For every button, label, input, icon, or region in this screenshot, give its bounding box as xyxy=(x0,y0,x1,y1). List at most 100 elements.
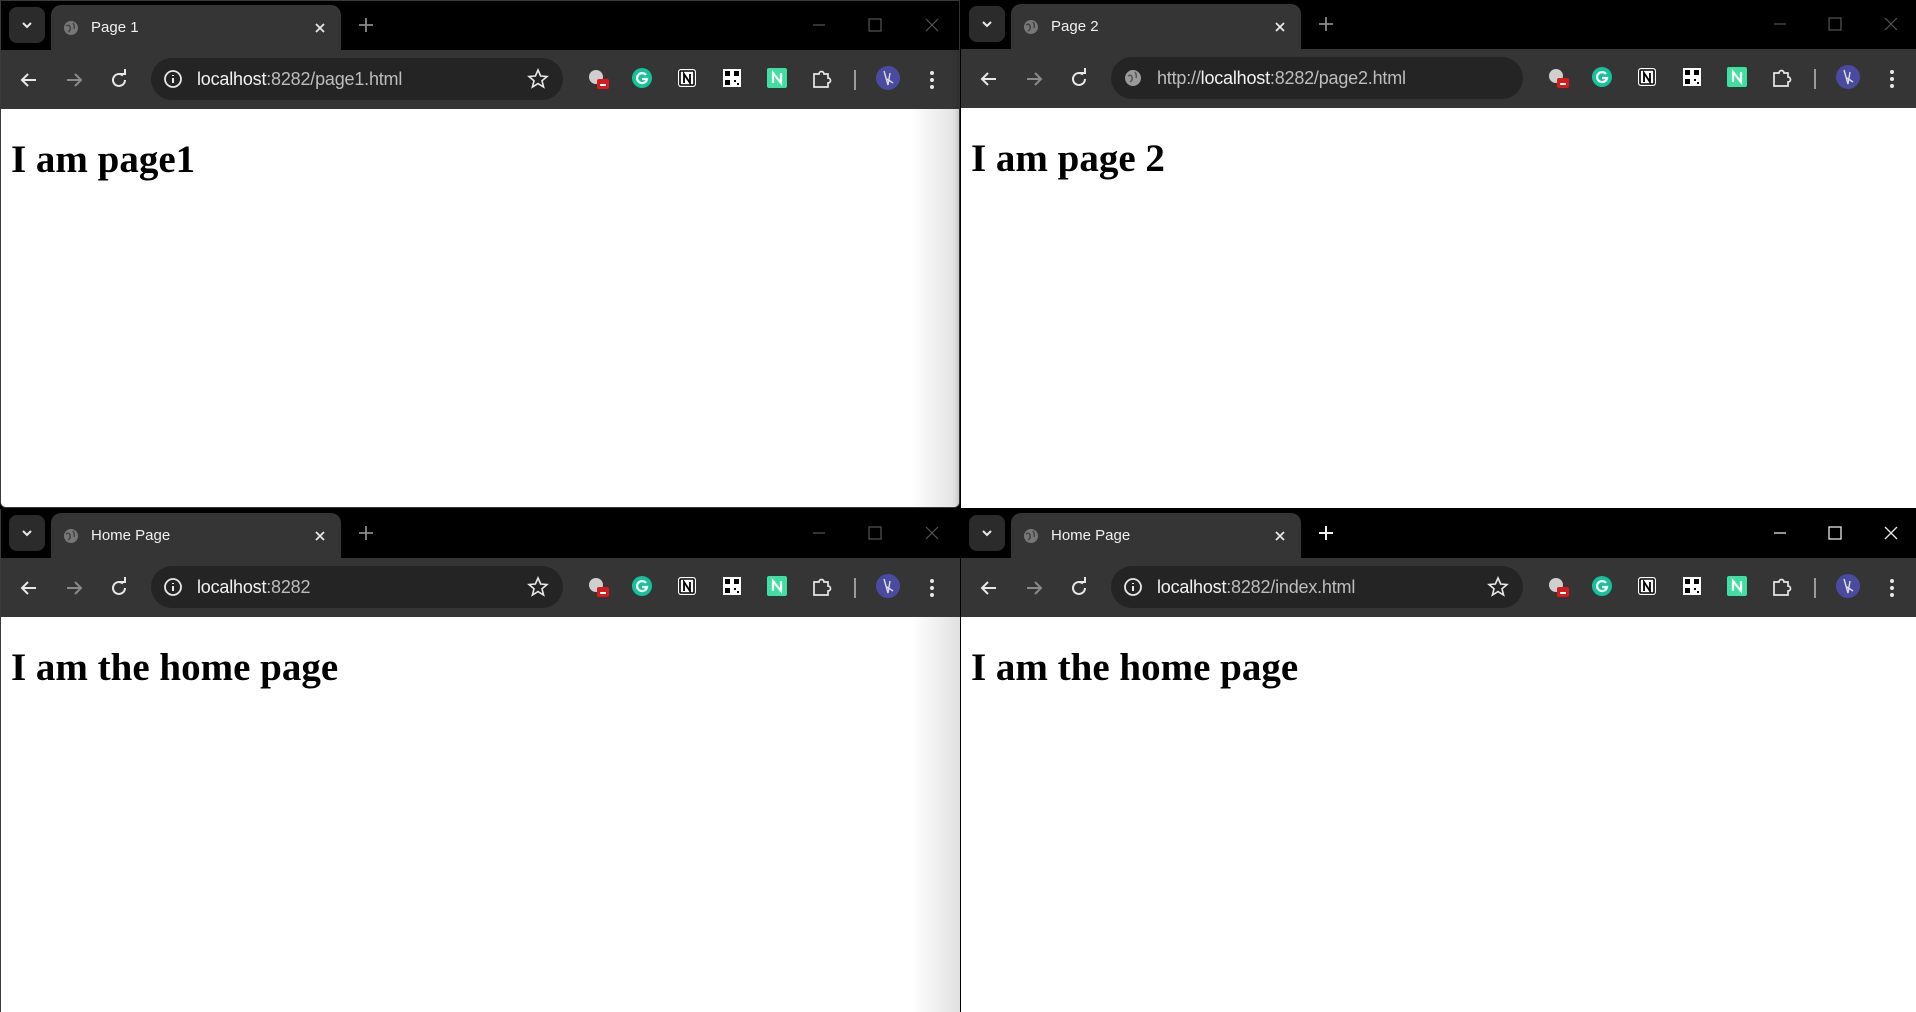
close-icon[interactable] xyxy=(311,19,329,37)
reload-icon[interactable] xyxy=(1066,575,1092,601)
close-icon[interactable] xyxy=(1271,18,1289,36)
close-window-icon[interactable] xyxy=(1881,523,1901,543)
profile-button[interactable] xyxy=(874,572,902,600)
kebab-menu-icon[interactable] xyxy=(919,67,945,93)
globe-icon xyxy=(64,529,78,543)
arrow-right-icon[interactable] xyxy=(1021,66,1047,92)
address-bar[interactable]: localhost:8282/index.html xyxy=(1111,566,1523,608)
tab-search-button[interactable] xyxy=(969,6,1005,42)
arrow-right-icon[interactable] xyxy=(1021,575,1047,601)
close-window-icon[interactable] xyxy=(922,523,942,543)
close-icon[interactable] xyxy=(311,527,329,545)
extension-qr[interactable] xyxy=(1678,63,1706,91)
star-icon[interactable] xyxy=(527,576,549,598)
info-icon[interactable] xyxy=(163,577,183,597)
url-text[interactable]: localhost:8282 xyxy=(197,577,310,598)
tab-search-button[interactable] xyxy=(9,515,45,551)
page-content: I am the home page xyxy=(961,617,1916,1012)
notion-icon xyxy=(1638,577,1656,595)
plus-icon[interactable] xyxy=(1315,522,1337,544)
extension-notion[interactable] xyxy=(1633,63,1661,91)
minimize-icon[interactable] xyxy=(809,15,829,35)
tab-search-button[interactable] xyxy=(9,7,45,43)
url-text[interactable]: http://localhost:8282/page2.html xyxy=(1157,68,1406,89)
maximize-icon[interactable] xyxy=(1825,523,1845,543)
extension-blocker[interactable] xyxy=(1545,572,1573,600)
tab-page1[interactable]: Page 1 xyxy=(51,5,341,50)
info-icon[interactable] xyxy=(163,69,183,89)
address-bar[interactable]: localhost:8282 xyxy=(151,566,563,608)
address-bar[interactable]: localhost:8282/page1.html xyxy=(151,58,563,100)
page-content: I am page 2 xyxy=(961,108,1916,508)
page-content: I am page1 xyxy=(1,109,959,507)
maximize-icon[interactable] xyxy=(865,523,885,543)
kebab-menu-icon[interactable] xyxy=(1879,66,1905,92)
tab-search-button[interactable] xyxy=(969,515,1005,551)
url-text[interactable]: localhost:8282/page1.html xyxy=(197,69,402,90)
tab-home[interactable]: Home Page xyxy=(1011,513,1301,558)
plus-icon[interactable] xyxy=(355,522,377,544)
close-icon[interactable] xyxy=(1271,527,1289,545)
info-icon[interactable] xyxy=(1123,577,1143,597)
plus-icon[interactable] xyxy=(355,14,377,36)
arrow-right-icon[interactable] xyxy=(61,67,87,93)
close-window-icon[interactable] xyxy=(1881,14,1901,34)
tab-page2[interactable]: Page 2 xyxy=(1011,4,1301,49)
extension-grammarly[interactable] xyxy=(628,64,656,92)
maximize-icon[interactable] xyxy=(1825,14,1845,34)
address-bar[interactable]: http://localhost:8282/page2.html xyxy=(1111,57,1523,99)
extension-notion-green[interactable] xyxy=(1723,572,1751,600)
extension-qr[interactable] xyxy=(1678,572,1706,600)
reload-icon[interactable] xyxy=(106,575,132,601)
minimize-icon[interactable] xyxy=(1770,14,1790,34)
tab-home[interactable]: Home Page xyxy=(51,513,341,558)
grammarly-icon xyxy=(1592,67,1612,87)
arrow-left-icon[interactable] xyxy=(16,575,42,601)
extension-blocker[interactable] xyxy=(585,572,613,600)
url-text[interactable]: localhost:8282/index.html xyxy=(1157,577,1355,598)
chevron-down-icon xyxy=(22,22,32,29)
extension-notion-green[interactable] xyxy=(1723,63,1751,91)
n-badge-icon xyxy=(767,68,787,88)
maximize-icon[interactable] xyxy=(865,15,885,35)
extensions-menu[interactable] xyxy=(1768,63,1796,91)
plus-icon[interactable] xyxy=(1315,13,1337,35)
star-icon[interactable] xyxy=(527,68,549,90)
arrow-left-icon[interactable] xyxy=(976,575,1002,601)
star-icon[interactable] xyxy=(1487,576,1509,598)
extension-qr[interactable] xyxy=(718,64,746,92)
tab-strip: Home Page xyxy=(1,509,960,558)
n-badge-icon xyxy=(1727,67,1747,87)
extension-grammarly[interactable] xyxy=(1588,63,1616,91)
extension-notion-green[interactable] xyxy=(763,572,791,600)
extension-notion[interactable] xyxy=(673,572,701,600)
minimize-icon[interactable] xyxy=(809,523,829,543)
puzzle-icon xyxy=(813,578,832,596)
kebab-menu-icon[interactable] xyxy=(919,575,945,601)
extension-grammarly[interactable] xyxy=(1588,572,1616,600)
extension-qr[interactable] xyxy=(718,572,746,600)
extension-notion[interactable] xyxy=(673,64,701,92)
reload-icon[interactable] xyxy=(1066,66,1092,92)
extension-blocker[interactable] xyxy=(585,64,613,92)
extension-blocker[interactable] xyxy=(1545,63,1573,91)
minimize-icon[interactable] xyxy=(1770,523,1790,543)
arrow-left-icon[interactable] xyxy=(16,67,42,93)
profile-button[interactable] xyxy=(1834,572,1862,600)
profile-button[interactable] xyxy=(1834,63,1862,91)
globe-site-icon[interactable] xyxy=(1123,68,1143,88)
extension-grammarly[interactable] xyxy=(628,572,656,600)
extensions-menu[interactable] xyxy=(1768,572,1796,600)
extension-notion-green[interactable] xyxy=(763,64,791,92)
extensions-menu[interactable] xyxy=(808,572,836,600)
toolbar-separator xyxy=(854,70,856,90)
reload-icon[interactable] xyxy=(106,67,132,93)
globe-icon xyxy=(1024,529,1038,543)
extension-notion[interactable] xyxy=(1633,572,1661,600)
kebab-menu-icon[interactable] xyxy=(1879,575,1905,601)
extensions-menu[interactable] xyxy=(808,64,836,92)
profile-button[interactable] xyxy=(874,64,902,92)
arrow-left-icon[interactable] xyxy=(976,66,1002,92)
close-window-icon[interactable] xyxy=(922,15,942,35)
arrow-right-icon[interactable] xyxy=(61,575,87,601)
